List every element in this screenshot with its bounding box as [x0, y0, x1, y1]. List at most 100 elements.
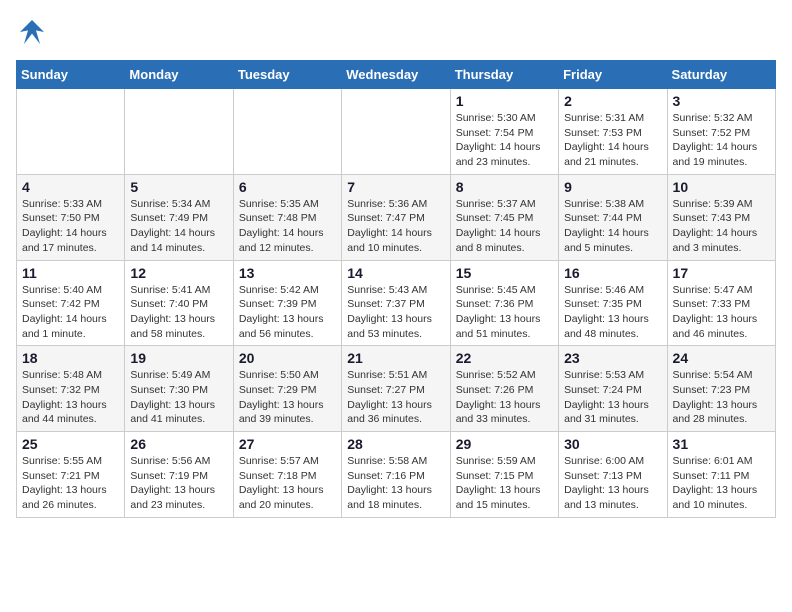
day-number: 4 [22, 179, 119, 195]
daylight: Daylight: 13 hours and 44 minutes. [22, 399, 107, 426]
weekday-header-monday: Monday [125, 61, 233, 89]
calendar-cell: 29 Sunrise: 5:59 AM Sunset: 7:15 PM Dayl… [450, 432, 558, 518]
daylight: Daylight: 13 hours and 58 minutes. [130, 313, 215, 340]
sunrise: Sunrise: 5:51 AM [347, 369, 427, 381]
day-number: 9 [564, 179, 661, 195]
calendar-cell: 28 Sunrise: 5:58 AM Sunset: 7:16 PM Dayl… [342, 432, 450, 518]
calendar-cell: 18 Sunrise: 5:48 AM Sunset: 7:32 PM Dayl… [17, 346, 125, 432]
daylight: Daylight: 13 hours and 10 minutes. [673, 484, 758, 511]
sunrise: Sunrise: 5:45 AM [456, 284, 536, 296]
sunset: Sunset: 7:30 PM [130, 384, 208, 396]
sunrise: Sunrise: 5:34 AM [130, 198, 210, 210]
calendar-cell: 1 Sunrise: 5:30 AM Sunset: 7:54 PM Dayli… [450, 89, 558, 175]
sunset: Sunset: 7:44 PM [564, 212, 642, 224]
calendar-table: SundayMondayTuesdayWednesdayThursdayFrid… [16, 60, 776, 518]
day-info: Sunrise: 5:45 AM Sunset: 7:36 PM Dayligh… [456, 283, 553, 342]
calendar-week-4: 18 Sunrise: 5:48 AM Sunset: 7:32 PM Dayl… [17, 346, 776, 432]
day-number: 26 [130, 436, 227, 452]
calendar-cell: 11 Sunrise: 5:40 AM Sunset: 7:42 PM Dayl… [17, 260, 125, 346]
daylight: Daylight: 14 hours and 10 minutes. [347, 227, 432, 254]
daylight: Daylight: 13 hours and 18 minutes. [347, 484, 432, 511]
day-number: 18 [22, 350, 119, 366]
day-number: 14 [347, 265, 444, 281]
day-number: 6 [239, 179, 336, 195]
sunset: Sunset: 7:45 PM [456, 212, 534, 224]
day-info: Sunrise: 5:33 AM Sunset: 7:50 PM Dayligh… [22, 197, 119, 256]
sunrise: Sunrise: 5:35 AM [239, 198, 319, 210]
calendar-cell: 22 Sunrise: 5:52 AM Sunset: 7:26 PM Dayl… [450, 346, 558, 432]
day-number: 13 [239, 265, 336, 281]
calendar-cell: 31 Sunrise: 6:01 AM Sunset: 7:11 PM Dayl… [667, 432, 775, 518]
sunset: Sunset: 7:47 PM [347, 212, 425, 224]
day-info: Sunrise: 5:52 AM Sunset: 7:26 PM Dayligh… [456, 368, 553, 427]
sunrise: Sunrise: 5:40 AM [22, 284, 102, 296]
day-number: 22 [456, 350, 553, 366]
sunset: Sunset: 7:18 PM [239, 470, 317, 482]
sunrise: Sunrise: 5:31 AM [564, 112, 644, 124]
day-number: 19 [130, 350, 227, 366]
sunset: Sunset: 7:48 PM [239, 212, 317, 224]
day-info: Sunrise: 5:32 AM Sunset: 7:52 PM Dayligh… [673, 111, 770, 170]
daylight: Daylight: 13 hours and 31 minutes. [564, 399, 649, 426]
daylight: Daylight: 13 hours and 39 minutes. [239, 399, 324, 426]
calendar-cell: 13 Sunrise: 5:42 AM Sunset: 7:39 PM Dayl… [233, 260, 341, 346]
sunset: Sunset: 7:39 PM [239, 298, 317, 310]
sunset: Sunset: 7:26 PM [456, 384, 534, 396]
daylight: Daylight: 13 hours and 51 minutes. [456, 313, 541, 340]
calendar-cell [17, 89, 125, 175]
daylight: Daylight: 13 hours and 36 minutes. [347, 399, 432, 426]
sunrise: Sunrise: 5:48 AM [22, 369, 102, 381]
day-info: Sunrise: 5:53 AM Sunset: 7:24 PM Dayligh… [564, 368, 661, 427]
sunrise: Sunrise: 5:58 AM [347, 455, 427, 467]
calendar-cell: 16 Sunrise: 5:46 AM Sunset: 7:35 PM Dayl… [559, 260, 667, 346]
calendar-cell: 7 Sunrise: 5:36 AM Sunset: 7:47 PM Dayli… [342, 174, 450, 260]
day-info: Sunrise: 6:00 AM Sunset: 7:13 PM Dayligh… [564, 454, 661, 513]
sunset: Sunset: 7:43 PM [673, 212, 751, 224]
daylight: Daylight: 14 hours and 12 minutes. [239, 227, 324, 254]
calendar-cell: 14 Sunrise: 5:43 AM Sunset: 7:37 PM Dayl… [342, 260, 450, 346]
day-info: Sunrise: 5:40 AM Sunset: 7:42 PM Dayligh… [22, 283, 119, 342]
sunrise: Sunrise: 5:41 AM [130, 284, 210, 296]
day-number: 30 [564, 436, 661, 452]
day-info: Sunrise: 5:34 AM Sunset: 7:49 PM Dayligh… [130, 197, 227, 256]
sunset: Sunset: 7:33 PM [673, 298, 751, 310]
day-info: Sunrise: 5:55 AM Sunset: 7:21 PM Dayligh… [22, 454, 119, 513]
sunset: Sunset: 7:24 PM [564, 384, 642, 396]
day-info: Sunrise: 5:48 AM Sunset: 7:32 PM Dayligh… [22, 368, 119, 427]
calendar-cell [125, 89, 233, 175]
calendar-cell [233, 89, 341, 175]
sunrise: Sunrise: 6:01 AM [673, 455, 753, 467]
calendar-cell: 6 Sunrise: 5:35 AM Sunset: 7:48 PM Dayli… [233, 174, 341, 260]
daylight: Daylight: 13 hours and 20 minutes. [239, 484, 324, 511]
day-info: Sunrise: 5:51 AM Sunset: 7:27 PM Dayligh… [347, 368, 444, 427]
day-info: Sunrise: 6:01 AM Sunset: 7:11 PM Dayligh… [673, 454, 770, 513]
sunrise: Sunrise: 5:33 AM [22, 198, 102, 210]
sunset: Sunset: 7:50 PM [22, 212, 100, 224]
day-number: 24 [673, 350, 770, 366]
daylight: Daylight: 13 hours and 13 minutes. [564, 484, 649, 511]
day-info: Sunrise: 5:56 AM Sunset: 7:19 PM Dayligh… [130, 454, 227, 513]
day-number: 20 [239, 350, 336, 366]
day-info: Sunrise: 5:31 AM Sunset: 7:53 PM Dayligh… [564, 111, 661, 170]
sunset: Sunset: 7:54 PM [456, 127, 534, 139]
calendar-cell: 5 Sunrise: 5:34 AM Sunset: 7:49 PM Dayli… [125, 174, 233, 260]
day-number: 29 [456, 436, 553, 452]
day-info: Sunrise: 5:39 AM Sunset: 7:43 PM Dayligh… [673, 197, 770, 256]
day-info: Sunrise: 5:37 AM Sunset: 7:45 PM Dayligh… [456, 197, 553, 256]
day-info: Sunrise: 5:42 AM Sunset: 7:39 PM Dayligh… [239, 283, 336, 342]
daylight: Daylight: 13 hours and 33 minutes. [456, 399, 541, 426]
sunrise: Sunrise: 5:32 AM [673, 112, 753, 124]
weekday-header-saturday: Saturday [667, 61, 775, 89]
daylight: Daylight: 14 hours and 5 minutes. [564, 227, 649, 254]
day-info: Sunrise: 5:46 AM Sunset: 7:35 PM Dayligh… [564, 283, 661, 342]
sunset: Sunset: 7:42 PM [22, 298, 100, 310]
day-number: 25 [22, 436, 119, 452]
calendar-week-1: 1 Sunrise: 5:30 AM Sunset: 7:54 PM Dayli… [17, 89, 776, 175]
calendar-cell: 24 Sunrise: 5:54 AM Sunset: 7:23 PM Dayl… [667, 346, 775, 432]
calendar-cell: 23 Sunrise: 5:53 AM Sunset: 7:24 PM Dayl… [559, 346, 667, 432]
day-number: 1 [456, 93, 553, 109]
daylight: Daylight: 13 hours and 53 minutes. [347, 313, 432, 340]
sunrise: Sunrise: 5:55 AM [22, 455, 102, 467]
sunrise: Sunrise: 5:46 AM [564, 284, 644, 296]
day-number: 7 [347, 179, 444, 195]
